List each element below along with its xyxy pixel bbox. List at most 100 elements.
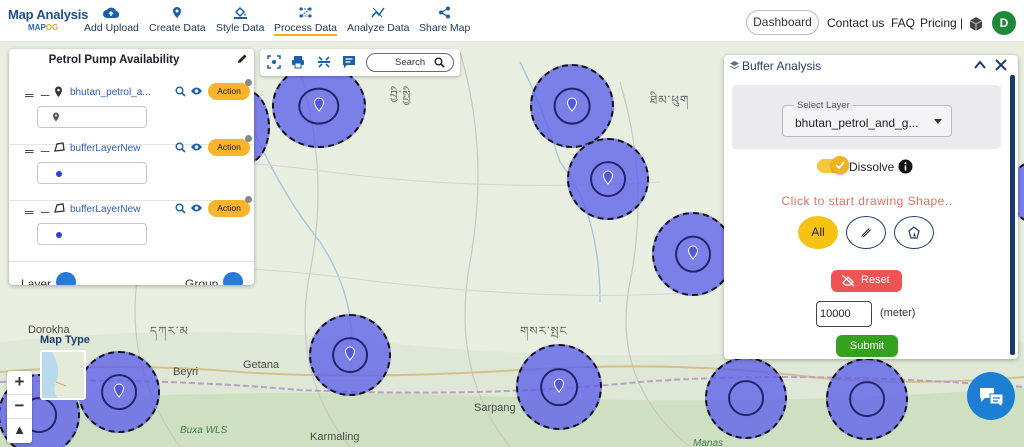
zoom-in-button[interactable]: + — [7, 371, 32, 395]
drag-handle-icon[interactable]: ═ ─ — [25, 205, 51, 219]
buffer-zone[interactable] — [826, 358, 908, 440]
chevron-up-icon[interactable] — [973, 58, 987, 72]
nav-process-data[interactable]: Process Data — [274, 6, 338, 36]
info-icon[interactable] — [898, 159, 913, 174]
map-label-manas: Manas — [693, 438, 724, 447]
reset-label: Reset — [861, 274, 890, 286]
faq-link[interactable]: FAQ — [891, 16, 915, 30]
dissolve-label: Dissolve — [849, 160, 895, 174]
map-pin-icon — [687, 245, 699, 260]
drag-handle-icon[interactable]: ═ ─ — [25, 88, 51, 102]
buffer-distance-input[interactable]: 10000 — [816, 301, 872, 327]
add-layer-button[interactable] — [56, 272, 76, 285]
zoom-to-layer-icon[interactable] — [175, 203, 186, 214]
nav-label: Add Upload — [84, 22, 139, 34]
process-nodes-icon — [299, 7, 312, 18]
cube-icon[interactable] — [968, 16, 984, 32]
pricing-link[interactable]: Pricing | — [920, 16, 963, 30]
map-label-sarpang: Sarpang — [474, 402, 516, 414]
buffer-zone[interactable] — [652, 212, 734, 296]
layer-legend — [37, 106, 147, 128]
layer-row[interactable]: ═ ─ bufferLayerNew Action — [9, 196, 254, 262]
pencil-icon[interactable] — [236, 53, 248, 65]
print-icon[interactable] — [291, 55, 305, 69]
chat-support-button[interactable] — [967, 372, 1015, 420]
buffer-zone[interactable] — [309, 314, 391, 396]
compass-button[interactable]: ▲ — [7, 419, 32, 443]
layer-row[interactable]: ═ ─ bhutan_petrol_a... Action — [9, 79, 254, 145]
search-label: Search — [395, 57, 426, 68]
layer-name[interactable]: bufferLayerNew — [70, 204, 156, 215]
drag-handle-icon[interactable]: ═ ─ — [25, 144, 51, 158]
select-layer-value: bhutan_petrol_and_g... — [795, 116, 919, 130]
nav-share-map[interactable]: Share Map — [419, 6, 470, 34]
distance-unit-label: (meter) — [880, 307, 916, 319]
action-status-dot — [245, 135, 252, 142]
buffer-zone[interactable] — [705, 357, 787, 439]
eye-icon[interactable] — [190, 203, 203, 213]
map-label-beyri: Beyri — [173, 366, 199, 378]
map-search-input[interactable]: Search — [366, 53, 454, 72]
add-group-button[interactable] — [223, 272, 243, 285]
map-label: ཐིམ་ཕུག — [650, 93, 690, 107]
zoom-to-layer-icon[interactable] — [175, 86, 186, 97]
contact-link[interactable]: Contact us — [827, 16, 884, 30]
cloud-upload-icon — [103, 7, 120, 19]
draw-shape-hint: Click to start drawing Shape.. — [781, 194, 953, 208]
polygon-layer-icon — [54, 142, 65, 152]
caret-down-icon — [934, 119, 942, 124]
map-type-thumbnail[interactable] — [40, 350, 86, 400]
legend-swatch — [56, 232, 62, 238]
layer-row[interactable]: ═ ─ bufferLayerNew Action — [9, 135, 254, 201]
comment-icon[interactable] — [342, 55, 356, 69]
top-nav: Map Analysis MAPOG Add Upload Create Dat… — [0, 0, 1024, 42]
nav-create-data[interactable]: Create Data — [149, 6, 206, 34]
dashboard-button[interactable]: Dashboard — [746, 10, 819, 35]
buffer-zone[interactable] — [516, 344, 602, 430]
action-button[interactable]: Action — [208, 83, 250, 100]
layer-panel: Petrol Pump Availability ═ ─ bhutan_petr… — [9, 49, 254, 285]
action-button[interactable]: Action — [208, 139, 250, 156]
select-layer-label: Select Layer — [794, 100, 853, 111]
shape-all-button[interactable]: All — [798, 216, 838, 249]
close-icon[interactable] — [994, 58, 1008, 72]
select-layer-dropdown[interactable]: Select Layer bhutan_petrol_and_g... — [782, 100, 952, 137]
brand-title: Map Analysis — [8, 7, 89, 22]
polygon-layer-icon — [54, 203, 65, 213]
map-label-buxa: Buxa WLS — [180, 425, 228, 436]
avatar[interactable]: D — [992, 11, 1016, 35]
nav-analyze-data[interactable]: Analyze Data — [347, 6, 409, 34]
brand-subtitle: MAPOG — [28, 23, 88, 32]
add-group-label[interactable]: Group — [185, 277, 218, 285]
brand-logo[interactable]: Map Analysis MAPOG — [8, 7, 88, 32]
draw-freehand-button[interactable] — [846, 216, 886, 249]
zoom-controls: + − ▲ — [7, 371, 32, 443]
layer-name[interactable]: bufferLayerNew — [70, 143, 156, 154]
fullscreen-icon[interactable] — [267, 55, 281, 69]
panel-scrollbar[interactable] — [1010, 75, 1015, 355]
eye-icon[interactable] — [190, 86, 203, 96]
buffer-zone[interactable] — [567, 138, 649, 220]
buffer-zone[interactable] — [272, 64, 366, 148]
polygon-draw-icon — [908, 226, 920, 239]
nav-label: Process Data — [274, 22, 338, 36]
buffer-zone[interactable] — [78, 351, 160, 433]
zoom-to-layer-icon[interactable] — [175, 142, 186, 153]
chat-bubbles-icon — [980, 388, 1004, 408]
zoom-out-button[interactable]: − — [7, 395, 32, 419]
nav-style-data[interactable]: Style Data — [216, 6, 264, 34]
action-button[interactable]: Action — [208, 200, 250, 217]
layer-name[interactable]: bhutan_petrol_a... — [70, 87, 156, 98]
draw-polygon-button[interactable] — [894, 216, 934, 249]
add-layer-label[interactable]: Layer — [21, 277, 51, 285]
measure-icon[interactable] — [317, 55, 331, 69]
nav-add-upload[interactable]: Add Upload — [84, 6, 139, 34]
dissolve-toggle[interactable] — [817, 156, 849, 174]
reset-button[interactable]: Reset — [831, 270, 902, 292]
action-status-dot — [245, 196, 252, 203]
buffer-zone[interactable] — [530, 64, 614, 148]
map-label-karmaling: Karmaling — [310, 431, 360, 443]
submit-button[interactable]: Submit — [836, 335, 898, 357]
eye-icon[interactable] — [190, 142, 203, 152]
nav-label: Analyze Data — [347, 22, 410, 34]
